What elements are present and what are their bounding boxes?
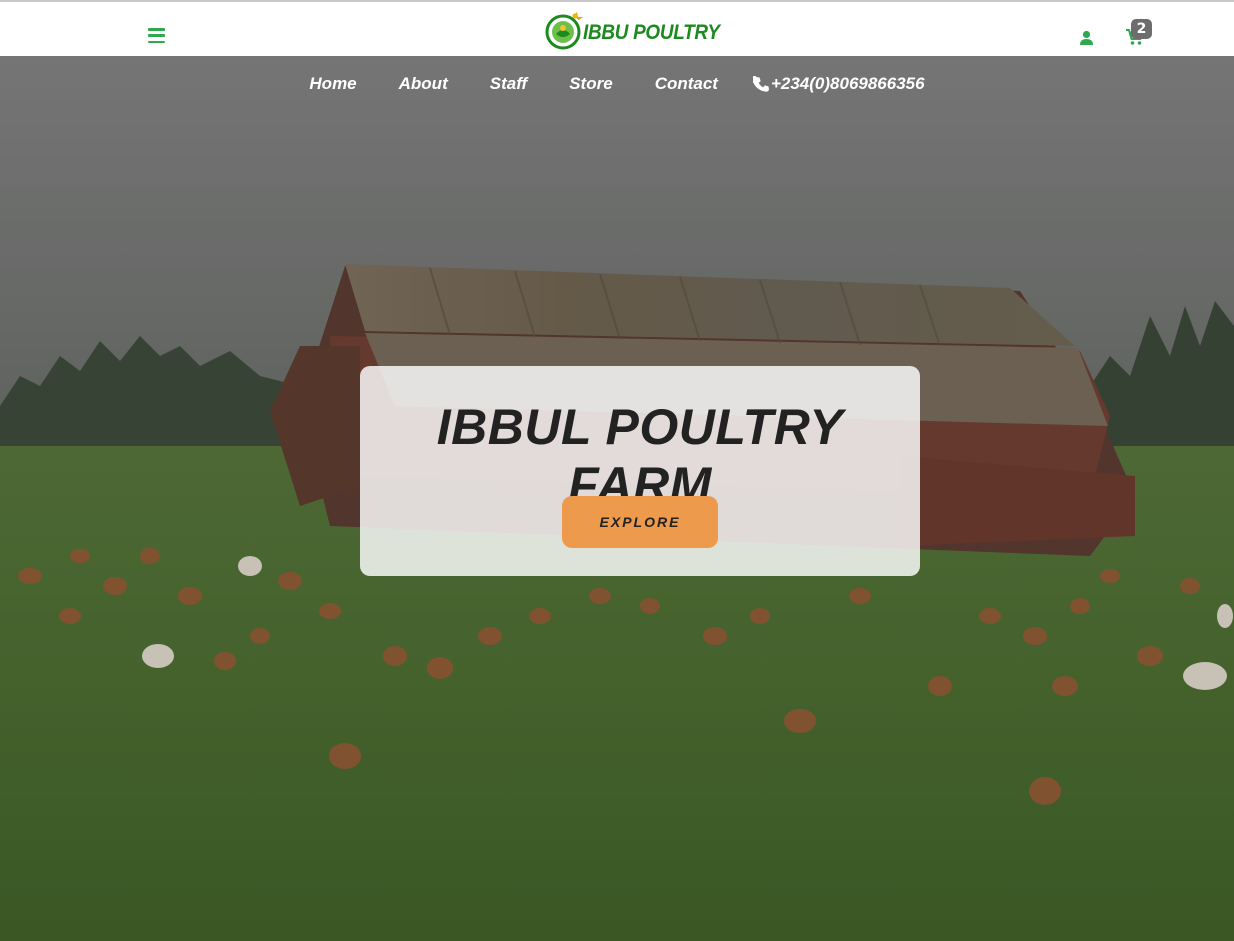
- hamburger-menu-icon[interactable]: [148, 28, 165, 43]
- explore-button[interactable]: EXPLORE: [562, 496, 718, 548]
- logo-emblem-icon: [545, 12, 583, 50]
- nav-staff[interactable]: Staff: [490, 74, 527, 94]
- site-logo[interactable]: IBBU POULTRY: [543, 10, 735, 50]
- hero-card: IBBUL POULTRY FARM EXPLORE: [360, 366, 920, 576]
- nav-contact[interactable]: Contact: [655, 74, 718, 94]
- phone-number: +234(0)8069866356: [770, 74, 925, 93]
- nav-home[interactable]: Home: [309, 74, 356, 94]
- phone-icon: [752, 75, 769, 92]
- cart-count-badge: 2: [1131, 19, 1152, 39]
- nav-about[interactable]: About: [399, 74, 448, 94]
- hero-section: Home About Staff Store Contact +234(0)80…: [0, 56, 1234, 941]
- logo-text: IBBU POULTRY: [583, 20, 720, 44]
- top-header: IBBU POULTRY 2: [0, 0, 1234, 56]
- main-navigation: Home About Staff Store Contact +234(0)80…: [0, 70, 1234, 98]
- nav-store[interactable]: Store: [569, 74, 612, 94]
- nav-phone-link[interactable]: +234(0)8069866356: [752, 74, 925, 94]
- user-icon[interactable]: [1079, 30, 1094, 46]
